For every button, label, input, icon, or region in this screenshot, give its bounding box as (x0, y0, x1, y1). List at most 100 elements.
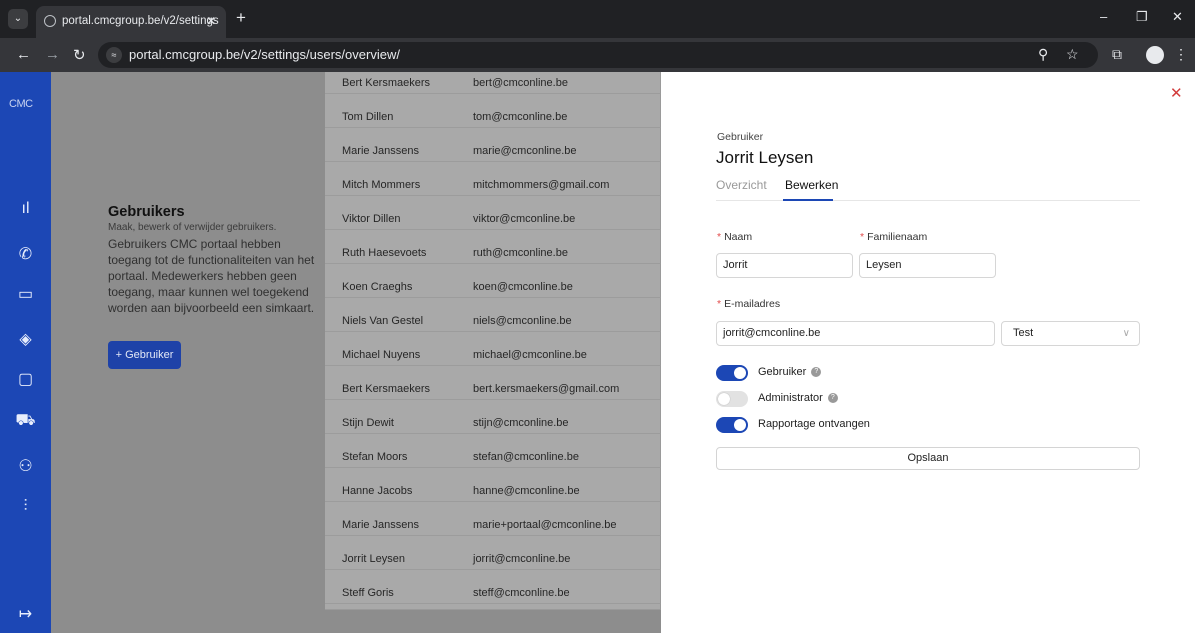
email-field[interactable]: jorrit@cmconline.be (716, 321, 995, 346)
rapportage-toggle-label: Rapportage ontvangen (758, 418, 870, 430)
users-table: Bert Kersmaekers bert@cmconline.be Tom Dil… (325, 72, 661, 610)
site-info-icon[interactable]: ≈ (106, 47, 122, 63)
new-tab-button[interactable]: + (236, 8, 246, 28)
table-row[interactable]: Marie Janssens marie@cmconline.be (325, 128, 661, 162)
cmc-logo[interactable]: CMC (9, 98, 33, 110)
required-mark: * (860, 231, 865, 243)
browser-menu-icon[interactable]: ⋮ (1174, 46, 1188, 63)
user-name: Tom Dillen (342, 111, 394, 123)
last-name-label: * Familienaam (860, 231, 928, 243)
monitor-icon[interactable]: ▭ (0, 284, 51, 304)
table-row[interactable]: Marie Janssens marie+portaal@cmconline.be (325, 502, 661, 536)
user-name: Stijn Dewit (342, 417, 394, 429)
gebruiker-toggle[interactable] (716, 365, 748, 381)
required-mark: * (717, 298, 722, 310)
help-icon[interactable]: ? (827, 393, 838, 403)
table-row[interactable]: Viktor Dillen viktor@cmconline.be (325, 196, 661, 230)
add-user-button[interactable]: + Gebruiker (108, 341, 181, 369)
user-name: Stefan Moors (342, 451, 408, 463)
cart-icon[interactable]: ⛟ (0, 411, 51, 431)
users-icon[interactable]: ⚇ (0, 456, 51, 476)
extensions-icon[interactable]: ⧉ (1112, 46, 1122, 63)
administrator-toggle-label: Administrator? (758, 392, 838, 404)
bookmark-star-icon[interactable]: ☆ (1066, 46, 1079, 63)
user-email: viktor@cmconline.be (473, 213, 576, 225)
sliders-icon[interactable]: ⫶ (0, 498, 51, 516)
user-email: steff@cmconline.be (473, 587, 570, 599)
first-name-input[interactable]: Jorrit (716, 253, 853, 278)
table-row[interactable]: Michael Nuyens michael@cmconline.be (325, 332, 661, 366)
user-name: Jorrit Leysen (342, 553, 405, 565)
chat-icon[interactable]: ▢ (0, 369, 51, 389)
sidebar: CMC ıl ✆ ▭ ◈ ▢ ⛟ ⚇ ⫶ ↦ (0, 72, 51, 633)
tab-search-button[interactable]: ⌄ (8, 9, 28, 29)
user-name: Marie Janssens (342, 145, 420, 157)
help-icon[interactable]: ? (811, 367, 822, 377)
drawer-title: Jorrit Leysen (716, 148, 814, 167)
last-name-input[interactable]: Leysen (859, 253, 996, 278)
user-email: marie@cmconline.be (473, 145, 577, 157)
user-email: bert@cmconline.be (473, 77, 568, 89)
profile-avatar[interactable] (1146, 46, 1164, 64)
save-button[interactable]: Opslaan (716, 447, 1140, 470)
reload-icon[interactable]: ↻ (73, 46, 86, 64)
user-name: Steff Goris (342, 587, 394, 599)
browser-tab[interactable]: portal.cmcgroup.be/v2/settings ✕ (36, 6, 226, 38)
tab-bewerken[interactable]: Bewerken (785, 178, 838, 192)
page-intro: Gebruikers Maak, bewerk of verwijder geb… (108, 204, 320, 316)
close-window-icon[interactable]: ✕ (1172, 9, 1183, 25)
user-name: Marie Janssens (342, 519, 420, 531)
user-email: bert.kersmaekers@gmail.com (473, 383, 620, 395)
page-subtitle: Maak, bewerk of verwijder gebruikers. (108, 222, 277, 233)
back-icon[interactable]: ← (16, 46, 31, 63)
drawer-tabs: Overzicht Bewerken (716, 173, 1140, 201)
app: CMC ıl ✆ ▭ ◈ ▢ ⛟ ⚇ ⫶ ↦ Gebruikers Maak, … (0, 72, 1195, 633)
table-row[interactable]: Koen Craeghs koen@cmconline.be (325, 264, 661, 298)
table-row[interactable]: Bert Kersmaekers bert@cmconline.be (325, 60, 661, 94)
browser-tabbar: ⌄ portal.cmcgroup.be/v2/settings ✕ + – ❐… (0, 0, 1195, 38)
email-label: * E-mailadres (717, 298, 781, 310)
chart-bars-icon[interactable]: ıl (0, 200, 51, 218)
table-row[interactable]: Steff Goris steff@cmconline.be (325, 570, 661, 604)
user-email: marie+portaal@cmconline.be (473, 519, 617, 531)
user-name: Niels Van Gestel (342, 315, 424, 327)
user-name: Ruth Haesevoets (342, 247, 427, 259)
administrator-toggle[interactable] (716, 391, 748, 407)
table-row[interactable]: Mitch Mommers mitchmommers@gmail.com (325, 162, 661, 196)
table-row[interactable]: Tom Dillen tom@cmconline.be (325, 94, 661, 128)
zoom-icon[interactable]: ⚲ (1038, 46, 1048, 63)
user-email: ruth@cmconline.be (473, 247, 568, 259)
phone-icon[interactable]: ✆ (0, 244, 51, 264)
rapportage-toggle[interactable] (716, 417, 748, 433)
user-email: michael@cmconline.be (473, 349, 587, 361)
gebruiker-toggle-label: Gebruiker? (758, 366, 822, 378)
user-name: Koen Craeghs (342, 281, 413, 293)
logout-icon[interactable]: ↦ (0, 604, 51, 624)
group-select[interactable]: Test ∨ (1001, 321, 1140, 346)
restore-icon[interactable]: ❐ (1136, 9, 1148, 25)
table-row[interactable]: Bert Kersmaekers bert.kersmaekers@gmail.c… (325, 366, 661, 400)
toggle-knob (734, 419, 746, 431)
table-row[interactable]: Stefan Moors stefan@cmconline.be (325, 434, 661, 468)
minimize-icon[interactable]: – (1100, 9, 1107, 24)
table-row[interactable]: Hanne Jacobs hanne@cmconline.be (325, 468, 661, 502)
layers-icon[interactable]: ◈ (0, 329, 51, 349)
table-row[interactable]: Ruth Haesevoets ruth@cmconline.be (325, 230, 661, 264)
table-row[interactable]: Niels Van Gestel niels@cmconline.be (325, 298, 661, 332)
close-tab-icon[interactable]: ✕ (206, 6, 216, 36)
user-email: stijn@cmconline.be (473, 417, 569, 429)
user-email: koen@cmconline.be (473, 281, 573, 293)
group-select-value: Test (1013, 327, 1034, 339)
user-name: Michael Nuyens (342, 349, 421, 361)
user-email: stefan@cmconline.be (473, 451, 579, 463)
page-description: Gebruikers CMC portaal hebben toegang to… (108, 237, 315, 315)
tab-title: portal.cmcgroup.be/v2/settings (62, 15, 219, 27)
page-title: Gebruikers (108, 204, 185, 220)
user-edit-drawer: ✕ Gebruiker Jorrit Leysen Overzicht Bewe… (661, 72, 1195, 633)
close-drawer-icon[interactable]: ✕ (1170, 84, 1183, 102)
table-row[interactable]: Stijn Dewit stijn@cmconline.be (325, 400, 661, 434)
user-email: hanne@cmconline.be (473, 485, 580, 497)
tab-overzicht[interactable]: Overzicht (716, 178, 767, 192)
forward-icon[interactable]: → (45, 46, 60, 63)
table-row[interactable]: Jorrit Leysen jorrit@cmconline.be (325, 536, 661, 570)
